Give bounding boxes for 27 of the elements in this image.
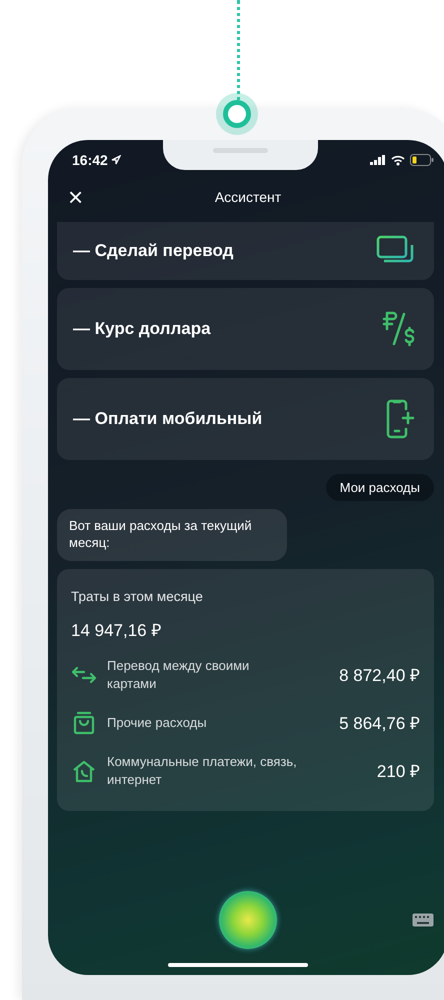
expenses-title: Траты в этом месяце [71, 588, 204, 604]
battery-icon [410, 154, 434, 166]
expenses-total: 14 947,16 ₽ [71, 620, 162, 641]
expense-amount: 210 ₽ [376, 761, 420, 782]
user-message: Мои расходы [326, 474, 434, 501]
suggestion-card[interactable]: — Сделай перевод [57, 222, 434, 280]
phone-plus-icon [386, 399, 416, 439]
status-time: 16:42 [72, 152, 121, 168]
expense-category: Прочие расходы [107, 714, 208, 732]
screen-title: Ассистент [214, 189, 282, 205]
close-button[interactable]: × [62, 184, 90, 210]
suggestion-card[interactable]: — Курс доллара [57, 288, 434, 370]
house-phone-icon [71, 758, 97, 783]
pin-marker-icon [223, 100, 251, 128]
bag-icon [71, 710, 97, 735]
voice-assistant-button[interactable] [219, 891, 277, 949]
signal-icon [370, 155, 386, 165]
wifi-icon [391, 154, 405, 166]
expense-amount: 5 864,76 ₽ [339, 713, 420, 734]
location-arrow-icon [110, 155, 121, 165]
expense-category: Перевод между своими картами [107, 656, 250, 693]
expense-amount: 8 872,40 ₽ [339, 665, 420, 686]
ruble-dollar-icon [382, 310, 416, 348]
expense-category: Коммунальные платежи, связь, интернет [107, 752, 297, 789]
transfer-arrows-icon [71, 664, 97, 685]
assistant-message: Вот ваши расходы за текущий месяц: [57, 509, 287, 561]
suggestion-card[interactable]: — Оплати мобильный [57, 378, 434, 460]
